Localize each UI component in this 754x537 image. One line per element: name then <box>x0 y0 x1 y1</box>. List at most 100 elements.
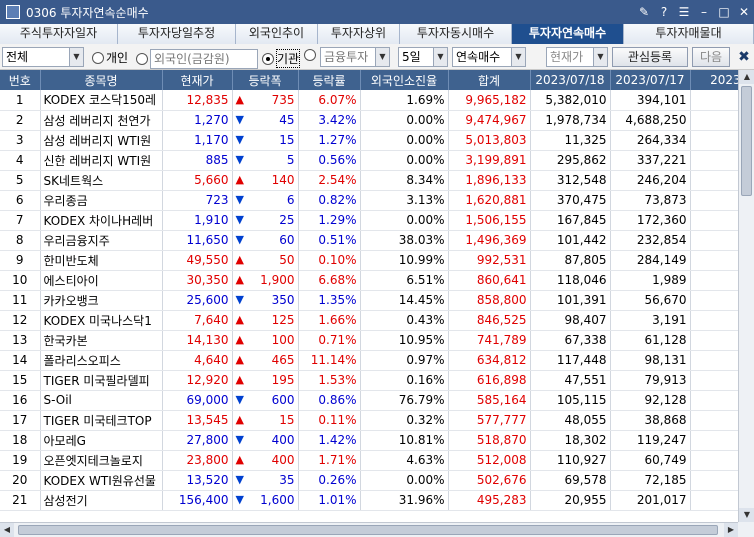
cell-date2-value: 92,128 <box>644 393 687 407</box>
table-row[interactable]: 21 삼성전기 156,400 ▼ 1,600 1.01% 31.96% 495,283 20,… <box>0 490 738 511</box>
cell-name-value: 한국카본 <box>43 333 88 348</box>
cell-name: KODEX 미국나스닥1 <box>40 310 163 331</box>
horizontal-scrollbar[interactable]: ◀ ▶ <box>0 522 738 537</box>
next-button[interactable]: 다음 <box>692 47 730 67</box>
cell-date3: 8 <box>690 430 738 451</box>
cell-total-value: 1,496,369 <box>465 233 527 247</box>
cell-date2-value: 98,131 <box>644 353 687 367</box>
tab-investor-daily[interactable]: 주식투자자일자 <box>0 24 118 44</box>
cell-price-value: 1,270 <box>194 113 229 127</box>
menu-icon[interactable]: ☰ <box>676 4 692 20</box>
pin-icon[interactable]: ✎ <box>636 4 652 20</box>
table-row[interactable]: 1 KODEX 코스닥150레 12,835 ▲ 735 6.07% 1.69% 9,965,… <box>0 90 738 111</box>
cell-rate: 1.01% <box>298 490 361 511</box>
cell-total: 860,641 <box>448 270 531 291</box>
watch-register-button[interactable]: 관심등록 <box>612 47 688 67</box>
table-row[interactable]: 14 폴라리스오피스 4,640 ▲ 465 11.14% 0.97% 634,812 117,… <box>0 350 738 371</box>
table-row[interactable]: 7 KODEX 차이나H레버 1,910 ▼ 25 1.29% 0.00% 1,506,155… <box>0 210 738 231</box>
header-date1[interactable]: 2023/07/18 <box>530 70 611 90</box>
header-total[interactable]: 합계 <box>448 70 531 90</box>
radio-individual[interactable]: 개인 <box>92 49 128 66</box>
cell-date1-value: 167,845 <box>556 213 607 227</box>
cell-total-value: 9,474,967 <box>465 113 527 127</box>
table-row[interactable]: 2 삼성 레버리지 천연가 1,270 ▼ 45 3.42% 0.00% 9,474,967 1… <box>0 110 738 131</box>
header-rate[interactable]: 등락률 <box>298 70 361 90</box>
table-row[interactable]: 9 한미반도체 49,550 ▲ 50 0.10% 10.99% 992,531 87,805 2… <box>0 250 738 271</box>
table-row[interactable]: 11 카카오뱅크 25,600 ▼ 350 1.35% 14.45% 858,800 101,3… <box>0 290 738 311</box>
header-date2[interactable]: 2023/07/17 <box>610 70 691 90</box>
cell-name: 신한 레버리지 WTI원 <box>40 150 163 171</box>
cell-no-value: 16 <box>12 393 28 407</box>
radio-institution[interactable]: 기관 <box>262 49 301 68</box>
cell-change-value: 35 <box>279 473 295 487</box>
radio-financial[interactable] <box>304 49 316 61</box>
header-price[interactable]: 현재가 <box>162 70 233 90</box>
scroll-up-icon[interactable]: ▲ <box>739 70 754 84</box>
cell-change-value: 15 <box>279 133 295 147</box>
up-triangle-icon: ▲ <box>235 313 244 326</box>
cell-name-value: 에스티아이 <box>43 273 99 288</box>
scroll-down-icon[interactable]: ▼ <box>739 508 754 522</box>
tab-investor-continuous[interactable]: 투자자연속매수 <box>512 24 624 44</box>
investor-select[interactable]: 금융투자 ▼ <box>320 47 390 67</box>
minimize-icon[interactable]: – <box>696 4 712 20</box>
cell-price-value: 12,920 <box>186 373 229 387</box>
table-row[interactable]: 3 삼성 레버리지 WTI원 1,170 ▼ 15 1.27% 0.00% 5,013,803… <box>0 130 738 151</box>
tab-investor-top[interactable]: 투자자상위 <box>318 24 400 44</box>
maximize-icon[interactable]: □ <box>716 4 732 20</box>
table-body: 1 KODEX 코스닥150레 12,835 ▲ 735 6.07% 1.69% 9,965,… <box>0 90 738 511</box>
table-row[interactable]: 8 우리금융지주 11,650 ▼ 60 0.51% 38.03% 1,496,369 101,… <box>0 230 738 251</box>
header-change[interactable]: 등락폭 <box>232 70 299 90</box>
close-icon[interactable]: ✕ <box>736 4 752 20</box>
cell-rate-value: 1.71% <box>318 453 357 467</box>
tab-investor-volume[interactable]: 투자자매물대 <box>624 24 754 44</box>
table-row[interactable]: 15 TIGER 미국필라델피 12,920 ▲ 195 1.53% 0.16% 616,89… <box>0 370 738 391</box>
table-row[interactable]: 13 한국카본 14,130 ▲ 100 0.71% 10.95% 741,789 67,338… <box>0 330 738 351</box>
cell-date1-value: 370,475 <box>556 193 607 207</box>
tab-investor-simultaneous[interactable]: 투자자동시매수 <box>400 24 512 44</box>
cell-foreign-value: 0.97% <box>406 353 445 367</box>
cell-change: ▲ 125 <box>232 310 299 331</box>
period-select[interactable]: 5일 ▼ <box>398 47 448 67</box>
market-select[interactable]: 전체 ▼ <box>2 47 84 67</box>
table-row[interactable]: 18 아모레G 27,800 ▼ 400 1.42% 10.81% 518,870 18,302… <box>0 430 738 451</box>
cell-total: 512,008 <box>448 450 531 471</box>
header-date3[interactable]: 2023/07 <box>690 70 738 90</box>
header-name[interactable]: 종목명 <box>40 70 163 90</box>
expand-icon[interactable]: ✖ <box>736 48 752 66</box>
table-row[interactable]: 16 S-Oil 69,000 ▼ 600 0.86% 76.79% 585,164 105,1… <box>0 390 738 411</box>
cell-total: 577,777 <box>448 410 531 431</box>
header-no[interactable]: 번호 <box>0 70 41 90</box>
cell-no: 20 <box>0 470 41 491</box>
table-row[interactable]: 6 우리종금 723 ▼ 6 0.82% 3.13% 1,620,881 370,475 73,8… <box>0 190 738 211</box>
radio-foreign[interactable]: 외국인(금감원) <box>136 49 258 69</box>
cell-foreign-value: 10.95% <box>398 333 445 347</box>
mode-select[interactable]: 연속매수 ▼ <box>452 47 526 67</box>
tab-foreign-trend[interactable]: 외국인추이 <box>236 24 318 44</box>
cell-date1-value: 98,407 <box>564 313 607 327</box>
scroll-thumb[interactable] <box>741 86 752 196</box>
cell-date2-value: 61,128 <box>644 333 687 347</box>
cell-rate: 2.54% <box>298 170 361 191</box>
tab-investor-estimate[interactable]: 투자자당일추정 <box>118 24 236 44</box>
table-row[interactable]: 17 TIGER 미국테크TOP 13,545 ▲ 15 0.11% 0.32% 577,77… <box>0 410 738 431</box>
vertical-scrollbar[interactable]: ▲ ▼ <box>738 70 754 522</box>
scroll-right-icon[interactable]: ▶ <box>724 523 738 537</box>
table-row[interactable]: 5 SK네트웍스 5,660 ▲ 140 2.54% 8.34% 1,896,133 312,5… <box>0 170 738 191</box>
table-row[interactable]: 4 신한 레버리지 WTI원 885 ▼ 5 0.56% 0.00% 3,199,891 295… <box>0 150 738 171</box>
table-row[interactable]: 10 에스티아이 30,350 ▲ 1,900 6.68% 6.51% 860,641 118,… <box>0 270 738 291</box>
cell-no-value: 2 <box>15 113 24 127</box>
help-icon[interactable]: ? <box>656 4 672 20</box>
table-row[interactable]: 19 오픈엣지테크놀로지 23,800 ▲ 400 1.71% 4.63% 512,008 11… <box>0 450 738 471</box>
scroll-left-icon[interactable]: ◀ <box>0 523 14 537</box>
header-foreign[interactable]: 외국인소진율 <box>360 70 449 90</box>
cell-name: 한미반도체 <box>40 250 163 271</box>
cell-total-value: 634,812 <box>476 353 527 367</box>
cell-rate: 0.51% <box>298 230 361 251</box>
cell-price-value: 5,660 <box>194 173 229 187</box>
table-row[interactable]: 20 KODEX WTI원유선물 13,520 ▼ 35 0.26% 0.00% 502,67… <box>0 470 738 491</box>
price-select[interactable]: 현재가 ▼ <box>546 47 608 67</box>
scroll-thumb-horizontal[interactable] <box>18 525 718 535</box>
cell-name-value: 아모레G <box>43 433 86 448</box>
table-row[interactable]: 12 KODEX 미국나스닥1 7,640 ▲ 125 1.66% 0.43% 846,525… <box>0 310 738 331</box>
